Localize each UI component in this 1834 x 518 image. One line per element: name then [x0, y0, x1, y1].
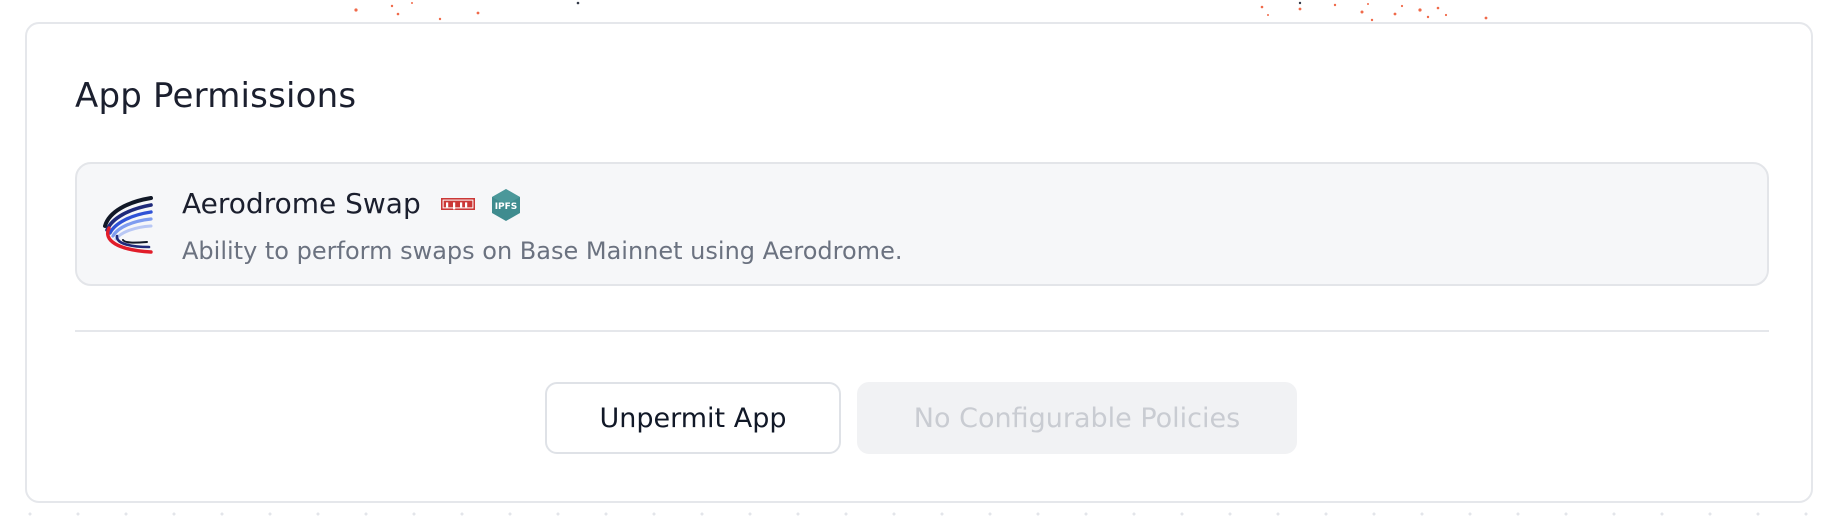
aerodrome-logo-icon [103, 196, 153, 254]
permission-item-aerodrome-swap: Aerodrome Swap npm IPFS Ability to perfo… [75, 162, 1769, 286]
section-divider [75, 330, 1769, 332]
no-configurable-policies-button[interactable]: No Configurable Policies [857, 382, 1297, 454]
app-permissions-card: App Permissions Aerodrome Swap npm IPFS [25, 22, 1813, 503]
npm-icon[interactable]: npm [441, 198, 475, 212]
app-name: Aerodrome Swap [182, 187, 421, 220]
unpermit-app-button[interactable]: Unpermit App [545, 382, 841, 454]
ipfs-icon[interactable]: IPFS [490, 188, 522, 222]
card-title: App Permissions [75, 76, 357, 116]
app-description: Ability to perform swaps on Base Mainnet… [182, 237, 903, 265]
ipfs-badge-text: IPFS [495, 202, 518, 212]
